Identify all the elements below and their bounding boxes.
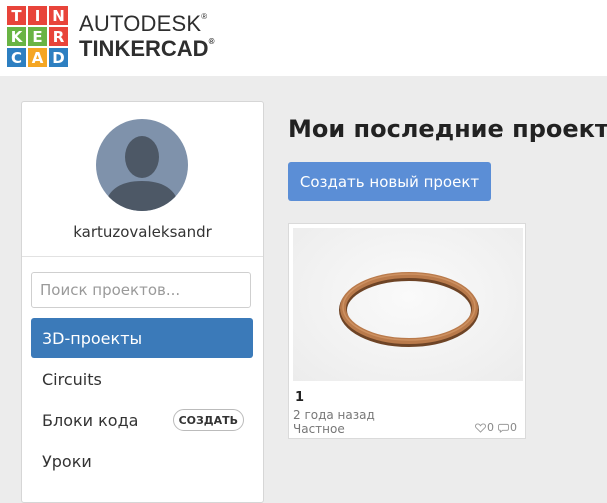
logo-tile: E [28, 27, 47, 46]
registered-mark: ® [208, 37, 215, 46]
brand-autodesk: AUTODESK [79, 11, 202, 36]
logo-tile: K [7, 27, 26, 46]
sidebar-item-circuits[interactable]: Circuits [31, 359, 253, 399]
likes-stat: 0 [475, 421, 494, 434]
avatar[interactable] [96, 119, 188, 211]
comments-stat: 0 [498, 421, 517, 434]
ring-model-image [339, 272, 479, 347]
logo-tile: I [28, 6, 47, 25]
sidebar-item-3d-designs[interactable]: 3D-проекты [31, 318, 253, 358]
logo-tile: C [7, 48, 26, 67]
comment-icon [498, 423, 509, 433]
top-bar: T I N K E R C A D AUTODESK® TINKERCAD® [0, 0, 607, 76]
project-card[interactable]: 1 2 года назад Частное 0 0 [288, 223, 526, 439]
sidebar-item-label: Уроки [42, 451, 92, 471]
comments-count: 0 [510, 421, 517, 434]
brand-tinkercad: TINKERCAD [79, 36, 209, 61]
project-stats: 0 0 [475, 421, 517, 434]
registered-mark: ® [201, 12, 208, 21]
sidebar: kartuzovaleksandr 3D-проекты Circuits Бл… [21, 101, 264, 503]
project-name[interactable]: 1 [295, 390, 304, 405]
sidebar-item-lessons[interactable]: Уроки [31, 441, 253, 481]
logo-tile: N [49, 6, 68, 25]
create-codeblocks-button[interactable]: СОЗДАТЬ [172, 409, 244, 431]
likes-count: 0 [487, 421, 494, 434]
create-new-design-button[interactable]: Создать новый проект [288, 162, 491, 201]
logo-tile: R [49, 27, 68, 46]
heart-icon [475, 422, 486, 433]
search-input[interactable] [31, 272, 251, 308]
sidebar-item-codeblocks[interactable]: Блоки кода СОЗДАТЬ [31, 400, 253, 440]
sidebar-item-label: Circuits [42, 369, 102, 389]
divider [22, 256, 263, 257]
logo-tile: T [7, 6, 26, 25]
brand-wordmark: AUTODESK® TINKERCAD® [79, 13, 214, 60]
sidebar-item-label: 3D-проекты [42, 328, 143, 348]
page-title: Мои последние проекты [288, 115, 607, 143]
user-silhouette-icon [104, 136, 180, 211]
tinkercad-logo[interactable]: T I N K E R C A D [7, 6, 68, 67]
logo-tile: D [49, 48, 68, 67]
sidebar-item-label: Блоки кода [42, 410, 139, 430]
logo-tile: A [28, 48, 47, 67]
project-thumbnail[interactable] [293, 228, 523, 381]
project-date: 2 года назад [293, 408, 375, 422]
project-privacy: Частное [293, 422, 345, 436]
username[interactable]: kartuzovaleksandr [22, 223, 263, 241]
